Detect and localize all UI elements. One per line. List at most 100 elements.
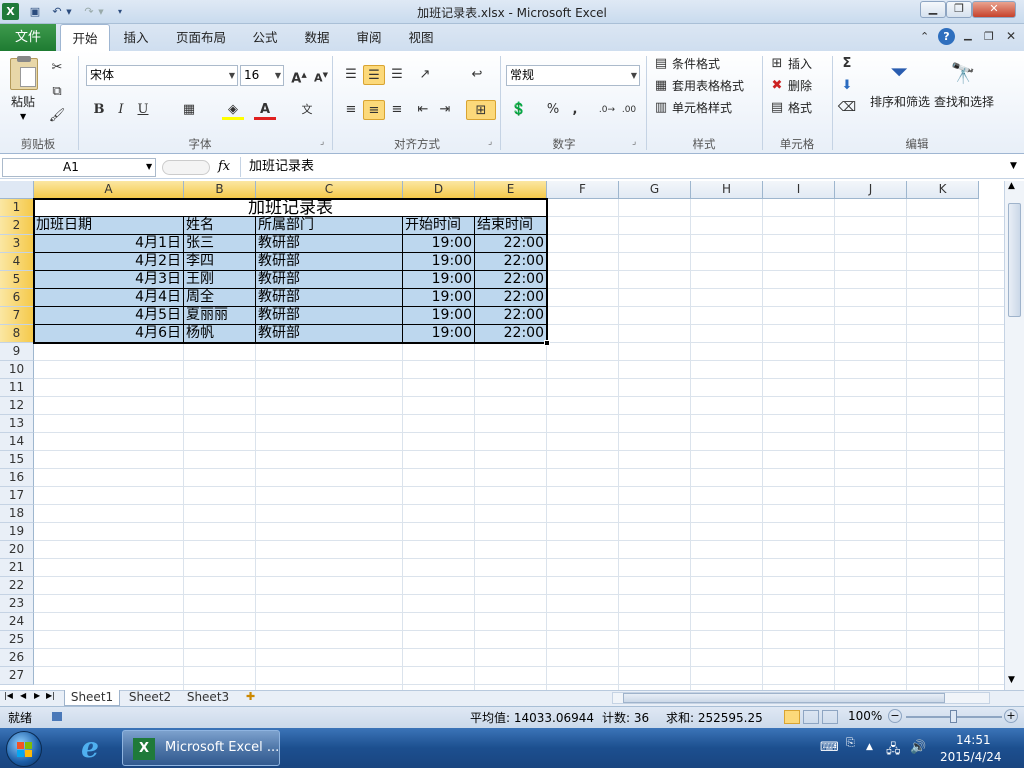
ime-icon[interactable]: ⎘ [846,736,855,750]
page-layout-view-icon[interactable] [803,710,819,724]
row-header[interactable]: 17 [0,487,34,505]
clear-icon[interactable]: ⌫ [836,98,858,118]
sort-filter-icon[interactable]: ⏷ [884,58,914,88]
sheet-nav-prev-icon[interactable]: ◀ [20,691,26,700]
row-header[interactable]: 15 [0,451,34,469]
hscroll-thumb[interactable] [623,693,945,703]
merge-center-icon[interactable]: ⊞ [466,100,496,120]
internet-explorer-icon[interactable]: e [74,732,106,764]
workbook-close-icon[interactable]: ✕ [1006,29,1016,43]
table-cell[interactable]: 4月2日 [34,253,184,271]
format-cells-icon[interactable]: ▤ [766,98,788,118]
undo-dropdown-icon[interactable]: ▼ [64,3,74,21]
row-header[interactable]: 16 [0,469,34,487]
minimize-button[interactable]: ▁ [920,1,946,18]
sheet-title-cell[interactable]: 加班记录表 [34,199,547,217]
table-cell[interactable]: 22:00 [475,307,547,325]
row-header[interactable]: 8 [0,325,34,343]
fill-handle[interactable] [544,340,550,346]
orientation-icon[interactable]: ↗ [414,65,436,85]
table-cell[interactable]: 李四 [184,253,256,271]
phonetic-icon[interactable]: 文 [296,100,318,120]
column-header[interactable]: G [619,181,691,199]
maximize-button[interactable]: ❐ [946,1,972,18]
percent-icon[interactable]: % [542,100,564,120]
bold-icon[interactable]: B [88,100,110,120]
vertical-scrollbar[interactable]: ▲ ▼ [1004,181,1024,690]
row-header[interactable]: 5 [0,271,34,289]
row-header[interactable]: 23 [0,595,34,613]
table-cell[interactable]: 教研部 [256,307,403,325]
table-cell[interactable]: 4月4日 [34,289,184,307]
row-header[interactable]: 21 [0,559,34,577]
zoom-slider-thumb[interactable] [950,710,957,723]
excel-app-icon[interactable]: X [2,3,19,20]
table-header-cell[interactable]: 姓名 [184,217,256,235]
borders-icon[interactable]: ▦ [178,100,200,120]
table-header-cell[interactable]: 结束时间 [475,217,547,235]
keyboard-icon[interactable]: ⌨ [820,740,839,755]
taskbar-excel-button[interactable]: X Microsoft Excel ... [122,730,280,766]
insert-cells-icon[interactable]: ⊞ [766,54,788,74]
row-header[interactable]: 12 [0,397,34,415]
scroll-thumb[interactable] [1008,203,1021,317]
align-left-icon[interactable]: ≡ [340,100,362,120]
underline-icon[interactable]: U [132,100,154,120]
number-dialog-launcher-icon[interactable]: ⌟ [632,137,636,147]
table-cell[interactable]: 22:00 [475,253,547,271]
table-cell[interactable]: 19:00 [403,289,475,307]
decrease-font-icon[interactable]: A▼ [310,65,332,85]
table-cell[interactable]: 22:00 [475,271,547,289]
close-button[interactable]: ✕ [972,1,1016,18]
sort-filter-button[interactable]: 排序和筛选 [870,92,930,112]
name-box[interactable]: A1 [2,158,156,177]
cell-styles-icon[interactable]: ▥ [650,98,672,118]
table-cell[interactable]: 教研部 [256,325,403,343]
name-box-dropdown-icon[interactable]: ▼ [146,162,152,171]
font-dialog-launcher-icon[interactable]: ⌟ [320,137,324,147]
increase-decimal-icon[interactable]: .0→ [596,100,618,120]
row-header[interactable]: 9 [0,343,34,361]
tab-view[interactable]: 视图 [400,24,442,51]
cut-icon[interactable]: ✂ [46,58,68,78]
table-cell[interactable]: 周全 [184,289,256,307]
row-header[interactable]: 20 [0,541,34,559]
table-format-icon[interactable]: ▦ [650,76,672,96]
table-cell[interactable]: 张三 [184,235,256,253]
wrap-text-icon[interactable]: ↩ [466,65,488,85]
table-cell[interactable]: 22:00 [475,235,547,253]
increase-font-icon[interactable]: A▲ [288,65,310,86]
network-icon[interactable]: 🖧 [886,740,901,762]
table-cell[interactable]: 教研部 [256,253,403,271]
sheet-tab-sheet2[interactable]: Sheet2 [122,690,178,706]
row-header[interactable]: 19 [0,523,34,541]
table-header-cell[interactable]: 开始时间 [403,217,475,235]
zoom-out-icon[interactable]: − [888,709,902,723]
column-header[interactable]: J [835,181,907,199]
row-header[interactable]: 24 [0,613,34,631]
show-hidden-icons-icon[interactable]: ▲ [866,742,873,752]
align-center-icon[interactable]: ≡ [363,100,385,120]
table-cell[interactable]: 19:00 [403,325,475,343]
decrease-indent-icon[interactable]: ⇤ [412,100,434,120]
number-format-combo[interactable]: 常规 ▼ [506,65,640,86]
table-cell[interactable]: 教研部 [256,271,403,289]
currency-icon[interactable]: 💲 [508,100,530,120]
paste-icon[interactable] [10,56,38,90]
select-all-corner[interactable] [0,181,34,199]
table-cell[interactable]: 19:00 [403,307,475,325]
table-cell[interactable]: 19:00 [403,271,475,289]
row-header[interactable]: 1 [0,199,34,217]
new-sheet-icon[interactable]: ✚ [246,690,255,703]
table-header-cell[interactable]: 所属部门 [256,217,403,235]
increase-indent-icon[interactable]: ⇥ [434,100,456,120]
italic-icon[interactable]: I [110,100,132,120]
normal-view-icon[interactable] [784,710,800,724]
horizontal-scrollbar[interactable] [612,692,990,704]
table-cell[interactable]: 杨帆 [184,325,256,343]
row-header[interactable]: 14 [0,433,34,451]
tab-data[interactable]: 数据 [296,24,338,51]
table-cell[interactable]: 4月1日 [34,235,184,253]
table-cell[interactable]: 4月5日 [34,307,184,325]
table-cell[interactable]: 19:00 [403,235,475,253]
